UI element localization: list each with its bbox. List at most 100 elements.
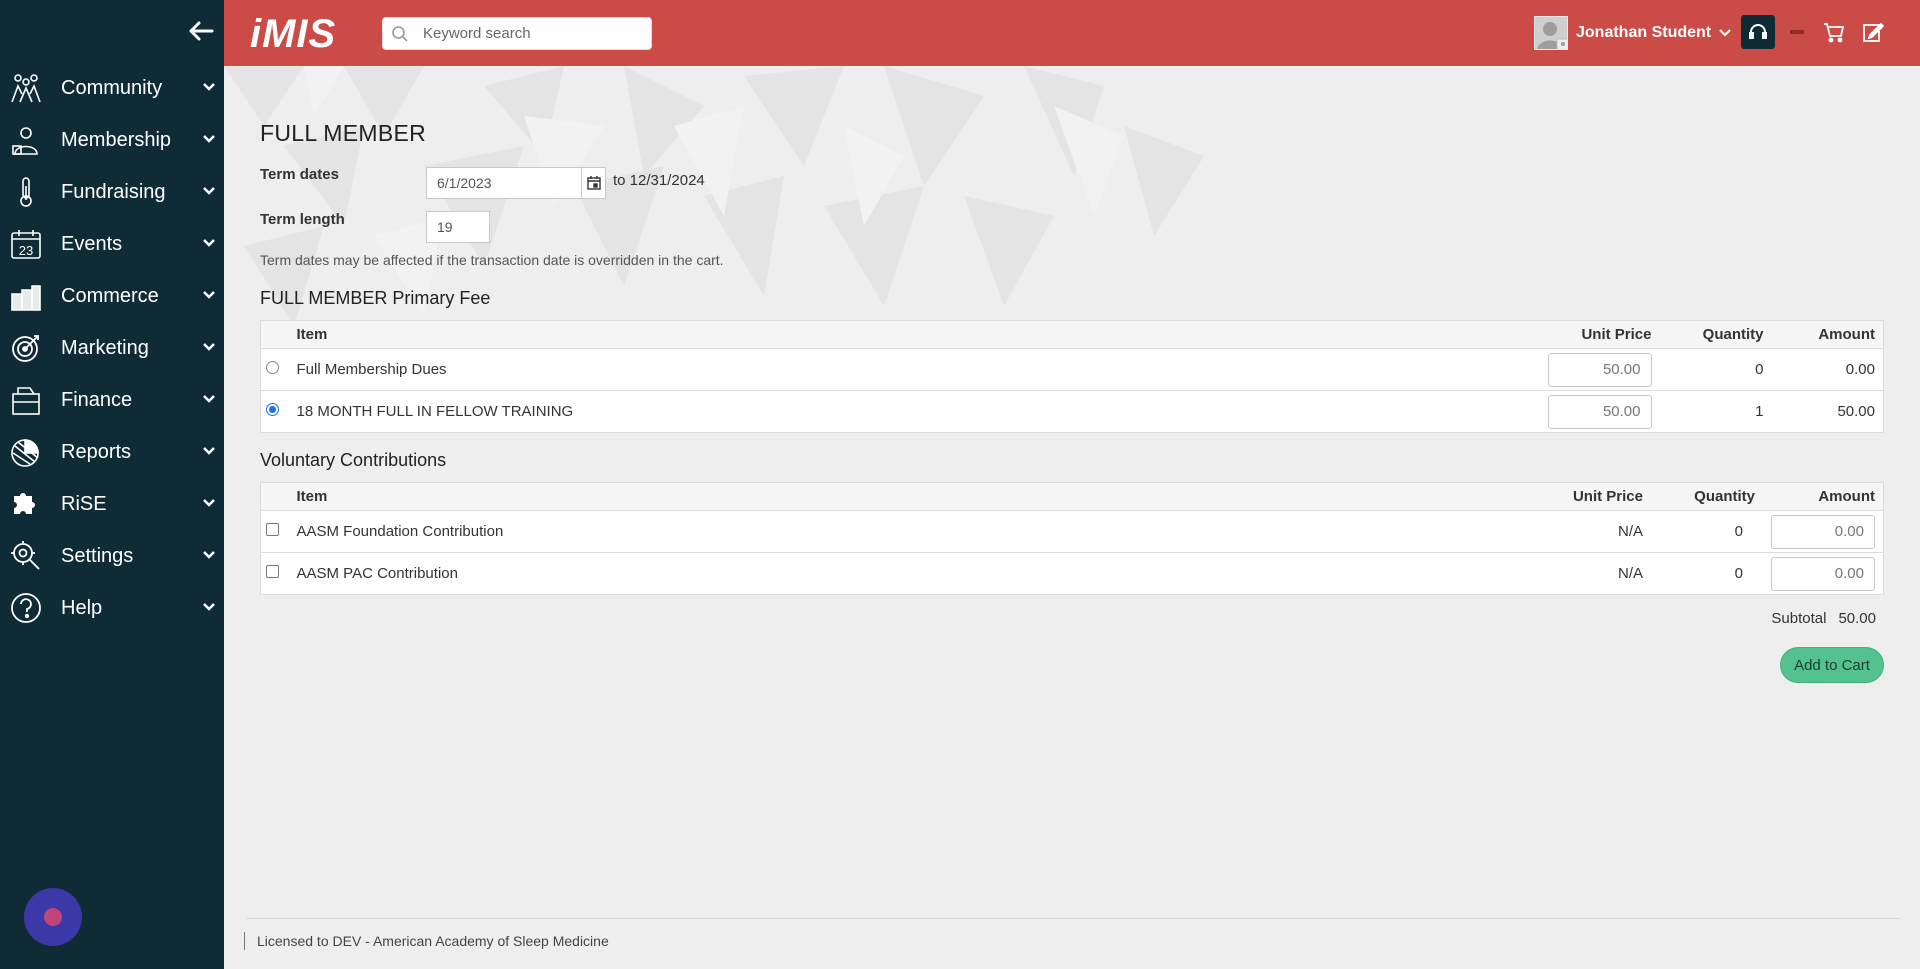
top-header: iMIS Jonathan Student — [224, 0, 1920, 66]
headset-icon[interactable] — [1741, 15, 1775, 49]
subtotal: Subtotal 50.00 — [1771, 610, 1876, 627]
column-header-unit-price: Unit Price — [1501, 482, 1651, 511]
sidebar-item-community[interactable]: Community — [0, 62, 224, 114]
help-icon — [9, 591, 43, 625]
table-row: AASM Foundation Contribution N/A 0 0.00 — [260, 510, 1884, 553]
cart-icon[interactable] — [1817, 15, 1851, 49]
chat-launcher-button[interactable] — [24, 888, 82, 946]
table-row: Full Membership Dues 50.00 0 0.00 — [260, 348, 1884, 391]
sidebar-item-settings[interactable]: Settings — [0, 530, 224, 582]
fee-radio-button[interactable] — [266, 403, 279, 416]
chevron-down-icon — [203, 499, 215, 507]
sidebar-item-label: Settings — [61, 544, 134, 567]
sidebar-item-fundraising[interactable]: Fundraising — [0, 166, 224, 218]
item-name: 18 MONTH FULL IN FELLOW TRAINING — [288, 390, 1510, 433]
footer-divider — [246, 918, 1900, 919]
sidebar: Community Membership Fundraising 23 Even… — [0, 0, 224, 969]
finance-icon — [9, 383, 43, 417]
term-start-date-field[interactable]: 6/1/2023 — [426, 167, 606, 199]
sidebar-item-reports[interactable]: Reports — [0, 426, 224, 478]
sidebar-item-label: Membership — [61, 128, 172, 151]
minimize-icon[interactable] — [1780, 15, 1814, 49]
settings-icon — [9, 539, 43, 573]
keyword-search — [382, 17, 652, 50]
sidebar-item-label: Fundraising — [61, 180, 166, 203]
search-input[interactable] — [423, 25, 643, 42]
chat-icon — [44, 908, 62, 926]
membership-icon — [9, 123, 43, 157]
sidebar-item-label: RiSE — [61, 492, 107, 515]
contribution-amount-field[interactable]: 0.00 — [1771, 514, 1875, 549]
subtotal-label: Subtotal — [1771, 610, 1827, 627]
sidebar-item-finance[interactable]: Finance — [0, 374, 224, 426]
commerce-icon — [9, 279, 43, 313]
chevron-down-icon — [203, 447, 215, 455]
amount-value: 0.00 — [1771, 348, 1884, 391]
term-dates-label: Term dates — [260, 166, 339, 183]
calendar-icon: 23 — [9, 227, 43, 261]
user-menu[interactable]: Jonathan Student — [1534, 16, 1731, 50]
sidebar-item-rise[interactable]: RiSE — [0, 478, 224, 530]
svg-text:23: 23 — [19, 243, 33, 258]
chevron-down-icon — [203, 83, 215, 91]
add-to-cart-button[interactable]: Add to Cart — [1780, 647, 1884, 683]
unit-price-value: N/A — [1501, 510, 1651, 553]
puzzle-icon — [9, 487, 43, 521]
contribution-checkbox[interactable] — [266, 523, 279, 536]
unit-price-field[interactable]: 50.00 — [1547, 352, 1652, 387]
calendar-picker-icon[interactable] — [581, 168, 605, 198]
subtotal-value: 50.00 — [1838, 610, 1876, 627]
reports-icon — [9, 435, 43, 469]
item-name: AASM Foundation Contribution — [288, 510, 1501, 553]
user-name: Jonathan Student — [1576, 24, 1712, 41]
chevron-down-icon — [203, 187, 215, 195]
sidebar-item-label: Events — [61, 232, 123, 255]
contribution-checkbox[interactable] — [266, 565, 279, 578]
term-dates-note: Term dates may be affected if the transa… — [260, 252, 724, 268]
collapse-sidebar-arrow-icon[interactable] — [186, 16, 216, 46]
voluntary-contributions-title: Voluntary Contributions — [260, 450, 447, 470]
sidebar-item-membership[interactable]: Membership — [0, 114, 224, 166]
background-pattern — [224, 66, 1324, 326]
quantity-value: 0 — [1659, 348, 1772, 391]
fee-radio-button[interactable] — [266, 361, 279, 374]
sidebar-item-label: Finance — [61, 388, 133, 411]
chevron-down-icon — [1719, 29, 1731, 37]
sidebar-item-events[interactable]: 23 Events — [0, 218, 224, 270]
table-row: AASM PAC Contribution N/A 0 0.00 — [260, 552, 1884, 595]
chevron-down-icon — [203, 291, 215, 299]
quantity-value: 1 — [1659, 390, 1772, 433]
unit-price-field[interactable]: 50.00 — [1547, 394, 1652, 429]
term-length-field[interactable]: 19 — [426, 211, 490, 243]
amount-value: 50.00 — [1771, 390, 1884, 433]
sidebar-item-marketing[interactable]: Marketing — [0, 322, 224, 374]
footer-license: Licensed to DEV - American Academy of Sl… — [244, 932, 609, 950]
sidebar-item-label: Reports — [61, 440, 132, 463]
quantity-value: 0 — [1651, 552, 1763, 595]
edit-page-icon[interactable] — [1856, 15, 1890, 49]
sidebar-item-help[interactable]: Help — [0, 582, 224, 634]
column-header-quantity: Quantity — [1651, 482, 1763, 511]
voluntary-contributions-table: Item Unit Price Quantity Amount AASM Fou… — [260, 482, 1884, 595]
term-start-value: 6/1/2023 — [437, 175, 492, 191]
avatar — [1534, 16, 1568, 50]
sidebar-item-label: Commerce — [61, 284, 159, 307]
chevron-down-icon — [203, 395, 215, 403]
term-length-label: Term length — [260, 211, 345, 228]
chevron-down-icon — [203, 239, 215, 247]
column-header-unit-price: Unit Price — [1509, 320, 1660, 349]
primary-fee-table: Item Unit Price Quantity Amount Full Mem… — [260, 320, 1884, 433]
quantity-value: 0 — [1651, 510, 1763, 553]
column-header-quantity: Quantity — [1659, 320, 1772, 349]
sidebar-item-label: Marketing — [61, 336, 149, 359]
unit-price-value: N/A — [1501, 552, 1651, 595]
sidebar-item-commerce[interactable]: Commerce — [0, 270, 224, 322]
target-icon — [9, 331, 43, 365]
table-row: 18 MONTH FULL IN FELLOW TRAINING 50.00 1… — [260, 390, 1884, 433]
imis-logo[interactable]: iMIS — [250, 12, 336, 57]
fundraising-icon — [9, 175, 43, 209]
column-header-amount: Amount — [1771, 320, 1884, 349]
page-title: FULL MEMBER — [260, 120, 427, 146]
chevron-down-icon — [203, 551, 215, 559]
contribution-amount-field[interactable]: 0.00 — [1771, 556, 1875, 591]
